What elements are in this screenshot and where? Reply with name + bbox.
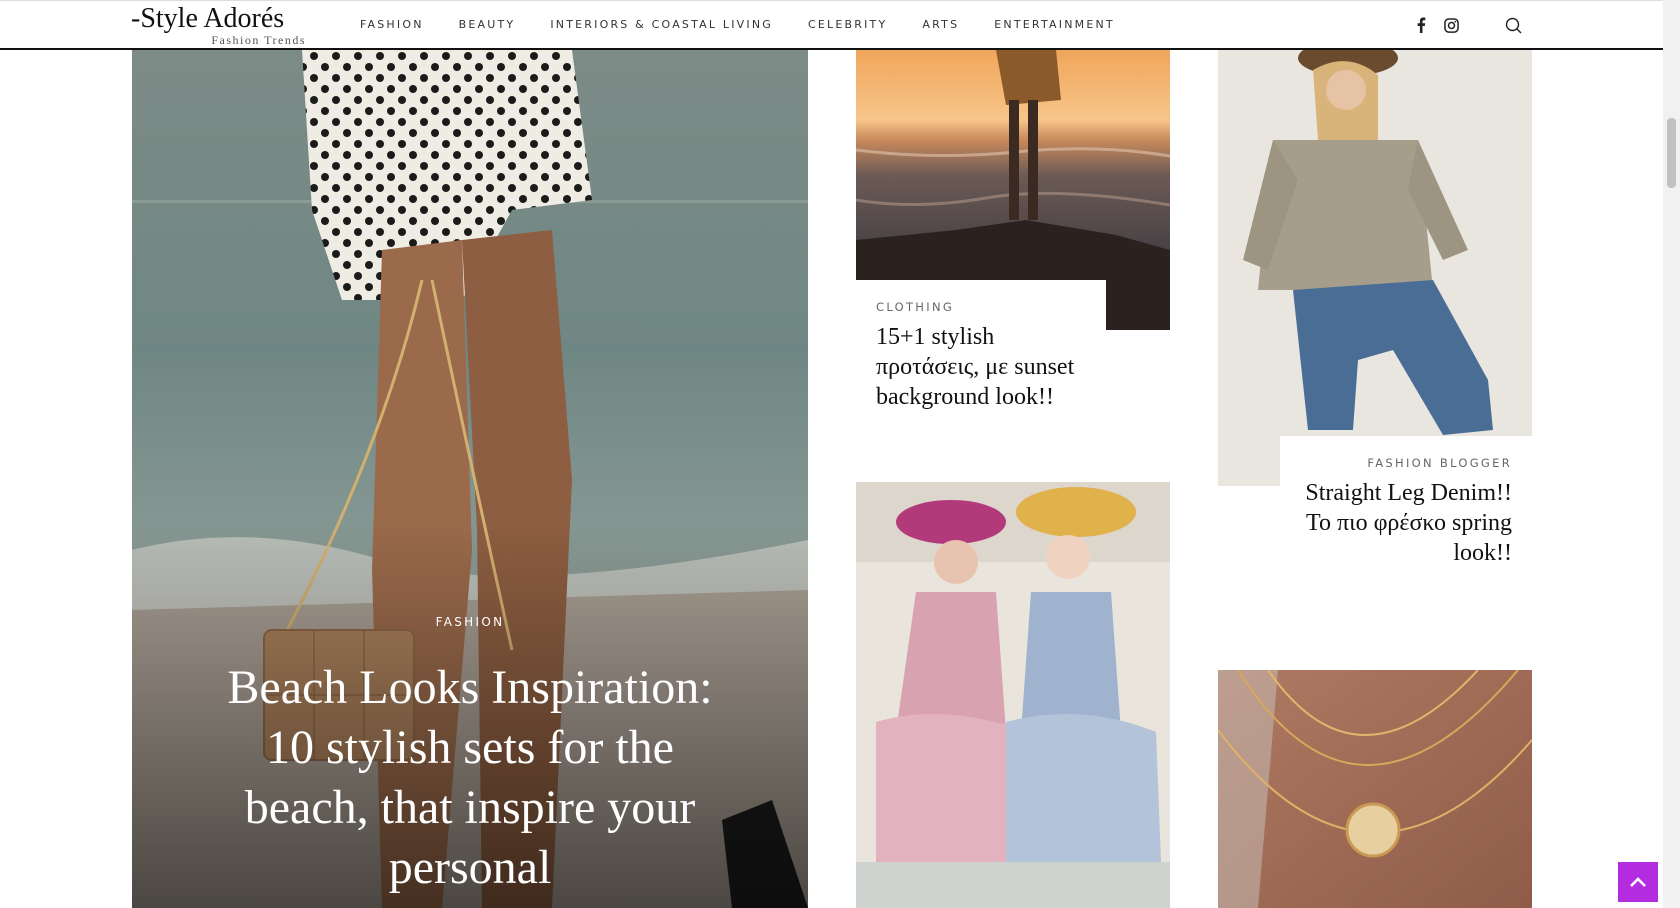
nav-celebrity[interactable]: CELEBRITY <box>808 18 887 31</box>
card-2-category[interactable]: FASHION BLOGGER <box>1367 456 1512 470</box>
card-1-title[interactable]: 15+1 stylish προτάσεις, με sunset backgr… <box>876 322 1101 412</box>
site-header: -Style Adorés Fashion Trends FASHION BEA… <box>0 0 1663 50</box>
back-to-top-button[interactable] <box>1618 862 1658 902</box>
card-necklace-image[interactable] <box>1218 670 1532 908</box>
card-2-image[interactable] <box>1218 50 1532 486</box>
facebook-icon[interactable] <box>1411 15 1431 35</box>
site-logo[interactable]: -Style Adorés Fashion Trends <box>131 3 306 47</box>
search-icon[interactable] <box>1503 15 1523 35</box>
chevron-up-icon <box>1630 877 1646 887</box>
nav-fashion[interactable]: FASHION <box>360 18 424 31</box>
card-2-title[interactable]: Straight Leg Denim!! Το πιο φρέσκο sprin… <box>1302 478 1512 568</box>
card-vintage-image[interactable] <box>856 482 1170 908</box>
instagram-icon[interactable] <box>1441 15 1461 35</box>
card-1-category[interactable]: CLOTHING <box>876 300 954 314</box>
main-nav: FASHION BEAUTY INTERIORS & COASTAL LIVIN… <box>360 18 1150 31</box>
logo-tagline: Fashion Trends <box>211 33 306 47</box>
scroll-thumb[interactable] <box>1667 118 1676 188</box>
hero-category[interactable]: FASHION <box>132 615 808 629</box>
card-1-text-box: CLOTHING 15+1 stylish προτάσεις, με suns… <box>856 280 1106 430</box>
nav-arts[interactable]: ARTS <box>922 18 959 31</box>
page-scrollbar[interactable] <box>1663 0 1680 908</box>
nav-interiors[interactable]: INTERIORS & COASTAL LIVING <box>550 18 773 31</box>
hero-title[interactable]: Beach Looks Inspiration: 10 stylish sets… <box>200 658 740 898</box>
logo-main-text: -Style Adorés <box>131 3 285 34</box>
card-2-text-box: FASHION BLOGGER Straight Leg Denim!! Το … <box>1280 436 1532 626</box>
nav-beauty[interactable]: BEAUTY <box>459 18 516 31</box>
nav-entertainment[interactable]: ENTERTAINMENT <box>994 18 1115 31</box>
